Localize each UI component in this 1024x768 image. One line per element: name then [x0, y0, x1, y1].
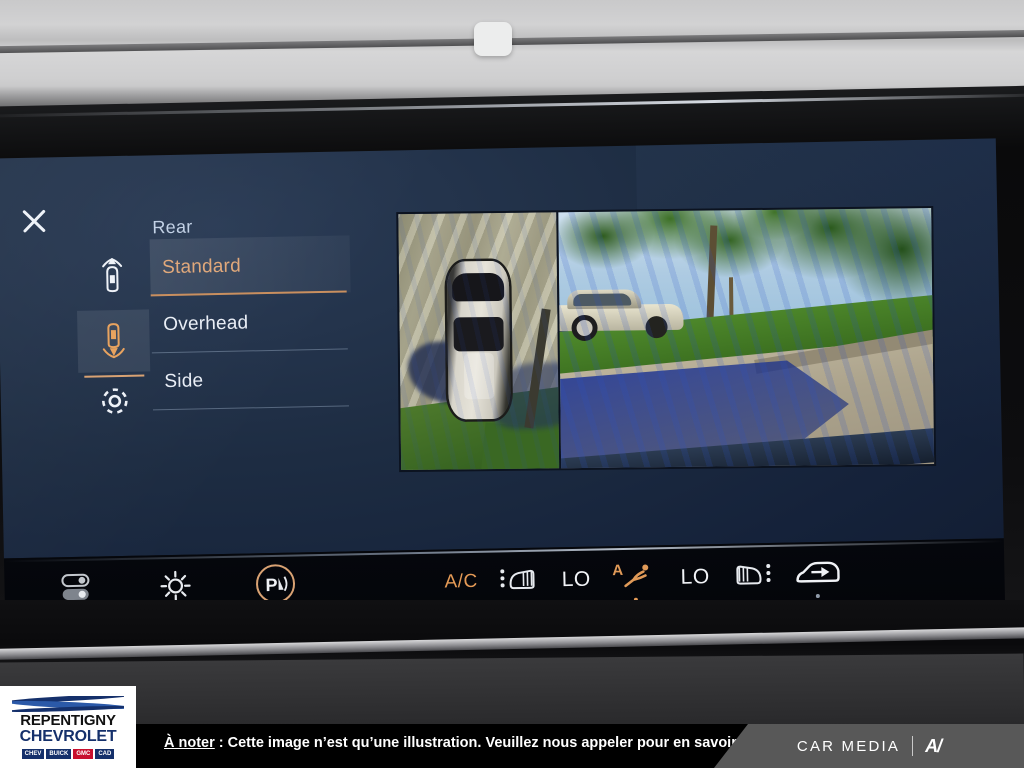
menu-item-label: Side [164, 369, 204, 392]
vehicle-rear-glass [453, 316, 504, 352]
overhead-grass-right [480, 422, 562, 471]
rail-item-settings[interactable] [78, 371, 151, 434]
vehicle-hood [463, 352, 495, 400]
branding-divider [912, 736, 914, 756]
disclaimer-lead: À noter [164, 735, 215, 751]
infotainment-screenshot: Rear Standard Overhead Side P A/C LO A L… [0, 0, 1024, 768]
disclaimer-body: : Cette image n’est qu’une illustration.… [214, 735, 775, 751]
sedan-front-wheel [571, 314, 598, 341]
overhead-vehicle-model [446, 260, 511, 420]
camera-mode-rail [76, 247, 152, 434]
climate-control-group: A/C LO A LO [444, 554, 842, 606]
driver-seat-heat-button[interactable] [499, 560, 540, 603]
rear-camera-view[interactable] [558, 208, 935, 469]
car-front-view-icon [98, 254, 127, 304]
car-media-branding: CAR MEDIA A/ [714, 724, 1024, 768]
sedan-windows [573, 293, 632, 306]
rail-item-car-front-view[interactable] [76, 247, 149, 310]
brand-badge-buick: BUICK [46, 748, 72, 759]
disclaimer-text: À noter : Cette image n’est qu’une illus… [164, 735, 775, 751]
recirculation-indicator-dot [816, 594, 821, 599]
dashboard-nub [474, 22, 512, 56]
rail-item-car-rear-view[interactable] [77, 309, 151, 373]
infotainment-display[interactable]: Rear Standard Overhead Side [0, 138, 1004, 559]
brand-badge-cadillac: CAD [95, 748, 115, 759]
menu-item-label: Standard [161, 255, 242, 278]
rear-parked-sedan [558, 288, 684, 342]
passenger-temp-label: LO [680, 565, 710, 589]
menu-item-side[interactable]: Side [152, 349, 353, 410]
driver-temp-label: LO [561, 567, 591, 592]
driver-temperature-button[interactable]: LO [561, 559, 591, 602]
page-title: Rear [152, 216, 193, 238]
svg-text:A: A [612, 561, 623, 578]
sedan-rear-wheel [645, 315, 668, 339]
air-recirculation-button[interactable] [793, 554, 842, 599]
brand-badge-chevrolet: CHEV [21, 748, 45, 759]
air-recirculation-icon [793, 557, 842, 593]
ac-button[interactable]: A/C [444, 561, 478, 606]
dealer-name-line2: CHEVROLET [19, 727, 117, 745]
passenger-seat-heat-icon [731, 558, 772, 594]
svg-text:P: P [265, 574, 277, 594]
gear-settings-icon [96, 382, 133, 424]
av-logo-icon: A/ [925, 735, 942, 756]
car-rear-view-icon [99, 316, 128, 366]
passenger-temperature-button[interactable]: LO [680, 556, 710, 599]
ac-label: A/C [444, 570, 478, 593]
passenger-seat-heat-button[interactable] [731, 555, 772, 598]
vehicle-windshield [451, 272, 505, 302]
disclaimer-bar: À noter : Cette image n’est qu’une illus… [136, 724, 1024, 768]
overhead-birdseye-view[interactable] [398, 212, 562, 471]
car-media-label: CAR MEDIA [796, 737, 901, 755]
camera-view-menu: Standard Overhead Side [149, 235, 353, 410]
logo-wave-graphic [12, 695, 124, 712]
camera-viewport[interactable] [396, 206, 937, 473]
brand-badges: CHEV BUICK GMC CAD [21, 748, 115, 759]
auto-airflow-button[interactable]: A [612, 557, 659, 602]
menu-item-standard[interactable]: Standard [149, 235, 351, 297]
dashboard-seam [0, 29, 1024, 54]
dealer-name-line1: REPENTIGNY [20, 711, 116, 729]
menu-item-label: Overhead [163, 311, 249, 335]
dealer-logo: REPENTIGNY CHEVROLET CHEV BUICK GMC CAD [0, 686, 136, 768]
driver-seat-heat-icon [499, 563, 540, 599]
display-bezel: Rear Standard Overhead Side P A/C LO A L… [0, 85, 1024, 627]
auto-airflow-seat-icon: A [612, 559, 659, 599]
close-icon[interactable] [17, 203, 52, 238]
menu-item-overhead[interactable]: Overhead [151, 292, 352, 353]
brand-badge-gmc: GMC [73, 748, 94, 759]
